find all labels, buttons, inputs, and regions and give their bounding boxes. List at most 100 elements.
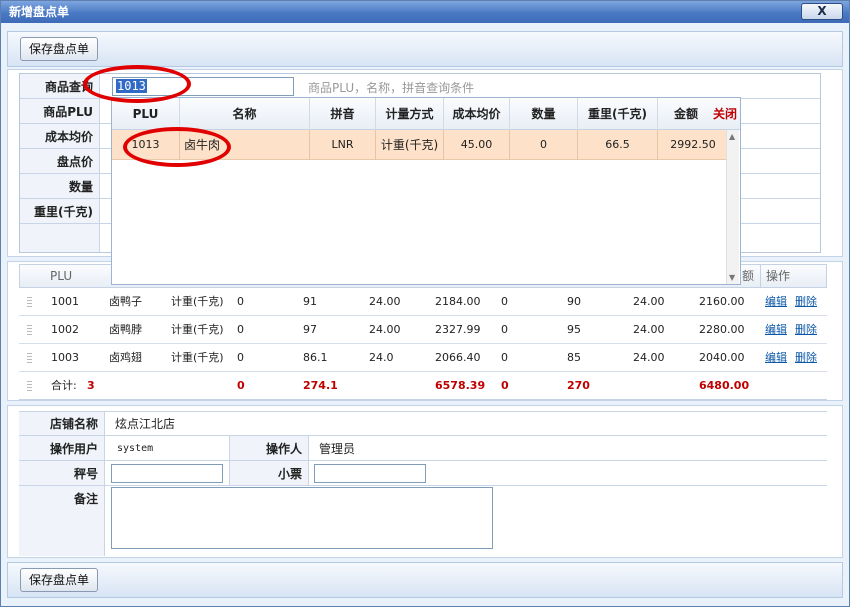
scale-row: 秤号 小票 xyxy=(19,461,827,486)
edit-link[interactable]: 编辑 xyxy=(765,316,787,344)
cell-plu: 1001 xyxy=(51,295,79,308)
dd-cell-unit: 计重(千克) xyxy=(376,130,444,160)
dd-header-amount: 金额 xyxy=(673,107,698,121)
top-toolbar: 保存盘点单 xyxy=(7,31,843,67)
dd-header-pinyin: 拼音 xyxy=(310,98,376,130)
cell-name: 卤鸡翅 xyxy=(109,351,142,364)
dd-header-weight: 重里(千克) xyxy=(578,98,658,130)
cell-v2: 91 xyxy=(303,295,317,308)
dd-header-plu: PLU xyxy=(112,98,180,130)
search-dropdown: PLU 名称 拼音 计量方式 成本均价 数量 重里(千克) 金额 关闭 1013… xyxy=(111,97,741,285)
cell-v5: 0 xyxy=(501,295,508,308)
cell-plu: 1003 xyxy=(51,351,79,364)
dropdown-header: PLU 名称 拼音 计量方式 成本均价 数量 重里(千克) 金额 关闭 xyxy=(112,98,740,130)
cell-v8: 2040.00 xyxy=(699,351,745,364)
scroll-up-icon[interactable]: ▲ xyxy=(729,132,735,141)
price-label: 盘点价 xyxy=(20,149,100,173)
window-title: 新增盘点单 xyxy=(9,5,70,19)
save-button-bottom[interactable]: 保存盘点单 xyxy=(20,568,99,592)
cell-v2: 97 xyxy=(303,323,317,336)
dd-cell-amount: 2992.50 xyxy=(670,138,716,151)
scale-label: 秤号 xyxy=(19,461,105,485)
store-value: 炫点江北店 xyxy=(115,417,176,431)
user-value: system xyxy=(117,442,154,454)
grid-header-divider xyxy=(760,265,761,287)
note-label: 备注 xyxy=(19,486,105,556)
dialog-window: 新增盘点单 X 保存盘点单 商品查询 1013 商品PLU，名称，拼音查询条件 … xyxy=(0,0,850,607)
cell-unit: 计重(千克) xyxy=(171,323,224,336)
dd-cell-weight: 66.5 xyxy=(578,130,658,160)
dropdown-close-link[interactable]: 关闭 xyxy=(710,98,740,130)
cell-v3: 24.00 xyxy=(369,323,401,336)
drag-handle-icon[interactable] xyxy=(27,353,32,365)
grid-header-amount: 额 xyxy=(742,269,755,283)
summary-v5: 270 xyxy=(567,379,590,392)
table-row: 1003 卤鸡翅 计重(千克) 0 86.1 24.0 2066.40 0 85… xyxy=(19,344,827,372)
summary-label: 合计: xyxy=(51,379,77,392)
user-label: 操作用户 xyxy=(19,436,105,460)
cell-unit: 计重(千克) xyxy=(171,295,224,308)
annotation-circle-search xyxy=(83,65,191,103)
cell-name: 卤鸭脖 xyxy=(109,323,142,336)
dd-cell-pinyin: LNR xyxy=(310,130,376,160)
summary-v2: 274.1 xyxy=(303,379,338,392)
cell-v6: 90 xyxy=(567,295,581,308)
cell-v4: 2066.40 xyxy=(435,351,481,364)
cell-v1: 0 xyxy=(237,323,244,336)
dd-header-name: 名称 xyxy=(180,98,310,130)
grid-header-plu: PLU xyxy=(50,269,73,283)
dd-cell-qty: 0 xyxy=(510,130,578,160)
cell-v6: 95 xyxy=(567,323,581,336)
cell-v8: 2280.00 xyxy=(699,323,745,336)
summary-count: 3 xyxy=(87,379,95,392)
edit-link[interactable]: 编辑 xyxy=(765,344,787,372)
cell-plu: 1002 xyxy=(51,323,79,336)
close-button[interactable]: X xyxy=(801,3,843,20)
drag-handle-icon[interactable] xyxy=(27,325,32,337)
bottom-toolbar: 保存盘点单 xyxy=(7,562,843,598)
operator-label: 操作人 xyxy=(229,436,309,460)
summary-v6: 6480.00 xyxy=(699,379,750,392)
cell-v6: 85 xyxy=(567,351,581,364)
store-row: 店铺名称 炫点江北店 xyxy=(19,411,827,436)
weight-label: 重里(千克) xyxy=(20,199,100,223)
cell-v1: 0 xyxy=(237,351,244,364)
plu-label: 商品PLU xyxy=(20,99,100,123)
dd-cell-cost: 45.00 xyxy=(444,130,510,160)
summary-v4: 0 xyxy=(501,379,509,392)
scroll-down-icon[interactable]: ▼ xyxy=(729,273,735,282)
cell-v3: 24.00 xyxy=(369,295,401,308)
grid-header-ops: 操作 xyxy=(766,269,791,283)
summary-row: 合计: 3 0 274.1 6578.39 0 270 6480.00 xyxy=(19,372,827,400)
scale-input[interactable] xyxy=(111,464,223,483)
cell-v3: 24.0 xyxy=(369,351,394,364)
search-hint: 商品PLU，名称，拼音查询条件 xyxy=(308,81,475,95)
cell-v7: 24.00 xyxy=(633,323,665,336)
delete-link[interactable]: 删除 xyxy=(795,344,817,372)
save-button-top[interactable]: 保存盘点单 xyxy=(20,37,99,61)
title-bar: 新增盘点单 X xyxy=(1,1,849,23)
cell-unit: 计重(千克) xyxy=(171,351,224,364)
dropdown-scrollbar[interactable]: ▲ ▼ xyxy=(726,130,739,284)
cell-v4: 2184.00 xyxy=(435,295,481,308)
delete-link[interactable]: 删除 xyxy=(795,288,817,316)
annotation-circle-result xyxy=(123,127,231,167)
drag-handle-icon[interactable] xyxy=(27,297,32,309)
summary-v3: 6578.39 xyxy=(435,379,486,392)
note-textarea[interactable] xyxy=(111,487,493,549)
dd-header-qty: 数量 xyxy=(510,98,578,130)
qty-label: 数量 xyxy=(20,174,100,198)
note-row: 备注 xyxy=(19,486,827,556)
drag-handle-icon xyxy=(27,381,32,393)
store-label: 店铺名称 xyxy=(19,412,105,435)
ticket-input[interactable] xyxy=(314,464,426,483)
cell-v8: 2160.00 xyxy=(699,295,745,308)
cell-v5: 0 xyxy=(501,323,508,336)
cell-v2: 86.1 xyxy=(303,351,328,364)
edit-link[interactable]: 编辑 xyxy=(765,288,787,316)
dd-header-unit: 计量方式 xyxy=(376,98,444,130)
empty-label xyxy=(20,224,100,252)
cell-name: 卤鸭子 xyxy=(109,295,142,308)
cell-v7: 24.00 xyxy=(633,295,665,308)
delete-link[interactable]: 删除 xyxy=(795,316,817,344)
